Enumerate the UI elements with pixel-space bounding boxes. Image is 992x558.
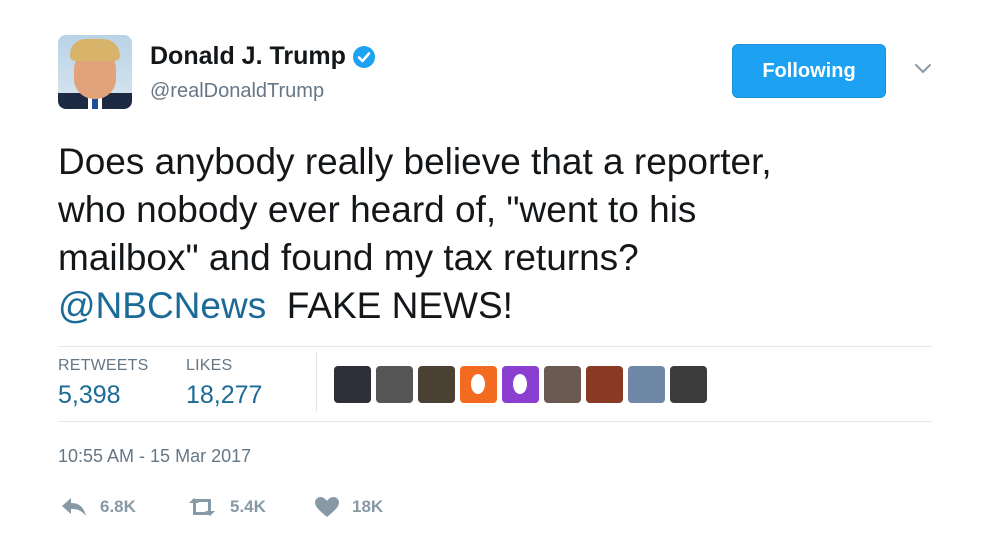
tweet-card: Donald J. Trump @realDonaldTrump Followi… xyxy=(0,0,992,558)
retweets-label: RETWEETS xyxy=(58,357,149,374)
tweet-text-tail: FAKE NEWS! xyxy=(286,285,513,326)
tweet-text: Does anybody really believe that a repor… xyxy=(58,138,938,330)
retweet-button[interactable]: 5.4K xyxy=(186,496,266,518)
retweets-stat[interactable]: RETWEETS 5,398 xyxy=(58,357,149,410)
likes-count: 18,277 xyxy=(186,381,263,409)
reply-button[interactable]: 6.8K xyxy=(60,496,136,518)
liker-avatar-6[interactable] xyxy=(544,366,581,403)
liker-avatar-3[interactable] xyxy=(418,366,455,403)
like-button[interactable]: 18K xyxy=(314,496,383,518)
retweet-icon xyxy=(189,498,215,516)
liker-avatar-7[interactable] xyxy=(586,366,623,403)
liker-avatar-9[interactable] xyxy=(670,366,707,403)
reply-count: 6.8K xyxy=(100,497,136,516)
liker-avatar-2[interactable] xyxy=(376,366,413,403)
verified-badge-icon xyxy=(352,45,375,68)
tweet-timestamp[interactable]: 10:55 AM - 15 Mar 2017 xyxy=(58,446,251,467)
liker-avatar-1[interactable] xyxy=(334,366,371,403)
divider xyxy=(58,421,932,422)
mention-link[interactable]: @NBCNews xyxy=(58,285,266,326)
liker-avatar-5[interactable] xyxy=(502,366,539,403)
liker-avatar-8[interactable] xyxy=(628,366,665,403)
following-button[interactable]: Following xyxy=(732,44,886,98)
likes-label: LIKES xyxy=(186,357,233,374)
reply-icon xyxy=(62,498,86,516)
author-display-name[interactable]: Donald J. Trump xyxy=(150,42,346,71)
author-name-row[interactable]: Donald J. Trump xyxy=(150,42,376,71)
heart-icon xyxy=(315,497,339,517)
author-handle[interactable]: @realDonaldTrump xyxy=(150,80,324,103)
divider xyxy=(58,346,932,347)
retweet-count: 5.4K xyxy=(230,497,266,516)
retweets-count: 5,398 xyxy=(58,381,121,409)
likes-stat[interactable]: LIKES 18,277 xyxy=(186,357,262,410)
like-count: 18K xyxy=(352,497,384,516)
stats-separator xyxy=(316,352,317,412)
liker-avatar-4[interactable] xyxy=(460,366,497,403)
tweet-text-line: who nobody ever heard of, "went to his xyxy=(58,189,697,230)
chevron-down-icon[interactable] xyxy=(913,62,933,76)
author-avatar[interactable] xyxy=(58,35,132,109)
tweet-text-line: mailbox" and found my tax returns? xyxy=(58,237,639,278)
liker-avatars xyxy=(334,366,707,403)
tweet-text-line: Does anybody really believe that a repor… xyxy=(58,141,772,182)
tweet-text-line-last: @NBCNews FAKE NEWS! xyxy=(58,282,938,330)
